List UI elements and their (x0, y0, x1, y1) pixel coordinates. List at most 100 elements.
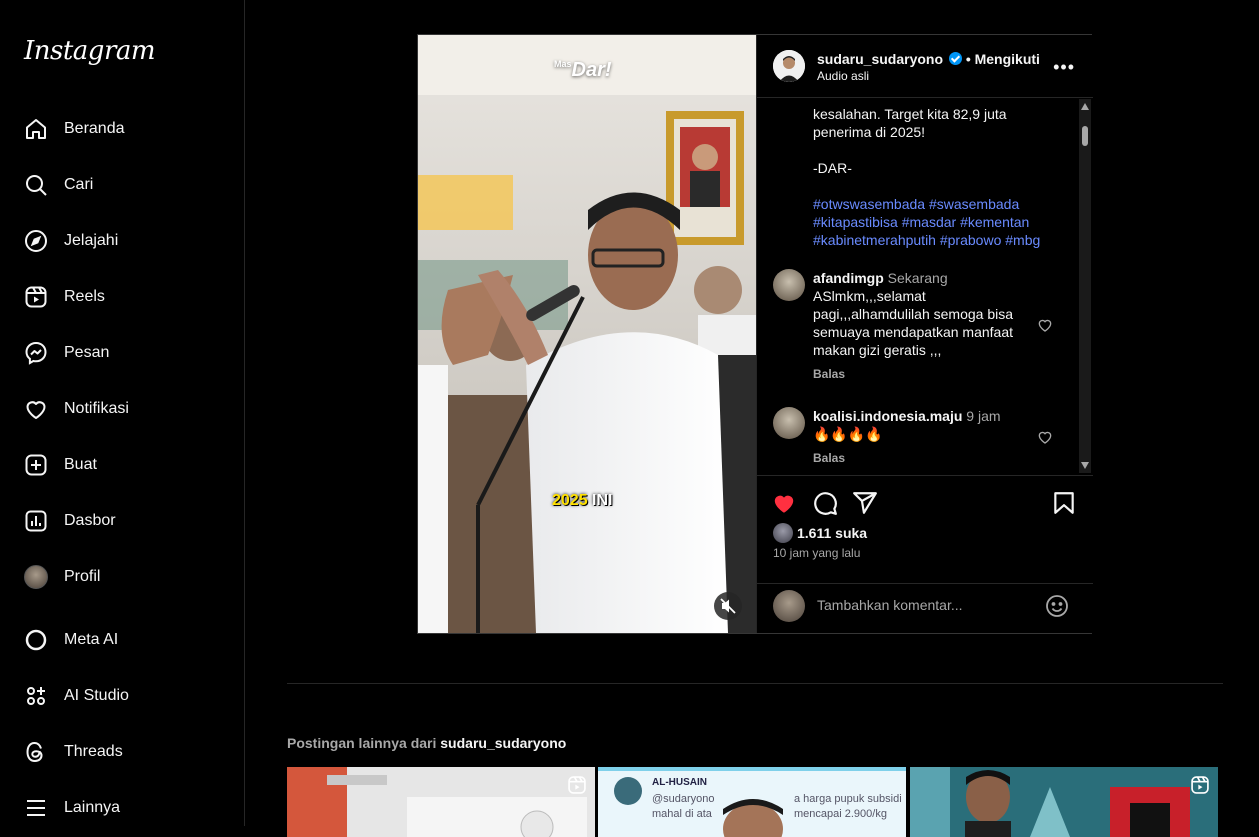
add-comment-bar (757, 583, 1093, 633)
caption-line (813, 141, 1053, 159)
comments-scroll-area[interactable]: kesalahan. Target kita 82,9 juta penerim… (757, 99, 1093, 473)
reel-icon (568, 776, 586, 794)
comment-username[interactable]: koalisi.indonesia.maju (813, 408, 962, 424)
scrollbar[interactable] (1079, 99, 1091, 473)
audio-link[interactable]: Audio asli (817, 69, 869, 83)
sidebar-item-lainnya[interactable]: Lainnya (12, 784, 232, 832)
post-header: sudaru_sudaryono • Mengikuti Audio asli … (757, 35, 1093, 98)
reel-icon (1191, 776, 1209, 794)
thumb-account: AL-HUSAIN (652, 777, 707, 788)
muted-speaker-icon (720, 598, 736, 614)
scroll-down-arrow-icon[interactable] (1081, 462, 1089, 469)
plus-square-icon (25, 454, 47, 476)
sidebar-item-beranda[interactable]: Beranda (12, 105, 232, 153)
sidebar-item-notifikasi[interactable]: Notifikasi (12, 385, 232, 433)
dashboard-icon (25, 510, 47, 532)
sidebar-item-cari[interactable]: Cari (12, 161, 232, 209)
comment-body: afandimgp Sekarang ASlmkm,,,selamat pagi… (813, 269, 1033, 359)
post-actions (757, 475, 1093, 515)
caption-hashtags[interactable]: #otwswasembada #swasembada #kitapastibis… (813, 195, 1053, 249)
sidebar-item-reels[interactable]: Reels (12, 273, 232, 321)
comment-text: ASlmkm,,,selamat pagi,,,alhamdulilah sem… (813, 288, 1014, 358)
current-user-avatar (773, 590, 805, 622)
thumb-line: a harga pupuk subsidi (794, 793, 902, 805)
more-posts-prefix: Postingan lainnya dari (287, 735, 437, 751)
follow-status-button[interactable]: Mengikuti (975, 51, 1040, 67)
comment-input[interactable] (817, 594, 1027, 616)
mute-button[interactable] (714, 592, 742, 620)
sidebar-item-label: AI Studio (64, 687, 129, 704)
sidebar-item-pesan[interactable]: Pesan (12, 329, 232, 377)
share-icon[interactable] (852, 490, 878, 516)
watermark-text: Dar! (571, 59, 612, 81)
commenter-avatar[interactable] (773, 269, 805, 301)
scrollbar-thumb[interactable] (1082, 126, 1088, 146)
sidebar-item-profil[interactable]: Profil (12, 553, 232, 601)
comment-like-heart-icon[interactable] (1037, 429, 1053, 445)
sidebar-item-dasbor[interactable]: Dasbor (12, 497, 232, 545)
comment-like-heart-icon[interactable] (1037, 317, 1053, 333)
sidebar: Instagram Beranda Cari Jelajahi Reels Pe… (0, 0, 245, 826)
author-avatar[interactable] (773, 50, 805, 82)
sidebar-item-jelajahi[interactable]: Jelajahi (12, 217, 232, 265)
comment-body: koalisi.indonesia.maju 9 jam 🔥🔥🔥🔥 (813, 407, 1033, 443)
more-post-thumbnail[interactable]: AL-HUSAIN @sudaryono a harga pupuk subsi… (598, 767, 906, 837)
sidebar-item-label: Buat (64, 456, 97, 473)
comment-time: 9 jam (966, 408, 1001, 424)
likes-count[interactable]: 1.611 suka (773, 523, 867, 543)
reply-button[interactable]: Balas (813, 367, 845, 381)
author-username[interactable]: sudaru_sudaryono (817, 51, 943, 67)
post-modal: MasDar! 2025 INI sudaru_sudaryono • Meng… (417, 34, 1093, 634)
sidebar-item-meta-ai[interactable]: Meta AI (12, 616, 232, 664)
search-icon (26, 175, 47, 196)
more-post-thumbnail[interactable] (910, 767, 1218, 837)
comment-username[interactable]: afandimgp (813, 270, 884, 286)
more-post-thumbnail[interactable] (287, 767, 595, 837)
sidebar-item-label: Beranda (64, 120, 125, 137)
post-caption: kesalahan. Target kita 82,9 juta penerim… (813, 99, 1053, 249)
sidebar-item-label: Threads (64, 743, 123, 760)
more-posts-heading: Postingan lainnya dari sudaru_sudaryono (287, 735, 566, 751)
verified-badge-icon (948, 52, 962, 65)
compass-icon (25, 230, 47, 252)
video-frame (418, 35, 756, 633)
reels-icon (25, 286, 47, 308)
save-bookmark-icon[interactable] (1051, 490, 1077, 516)
sidebar-item-ai-studio[interactable]: AI Studio (12, 672, 232, 720)
meta-ai-icon (25, 629, 47, 651)
caption-line: penerima di 2025! (813, 124, 926, 140)
separator-dot: • (965, 51, 971, 67)
post-details-panel: sudaru_sudaryono • Mengikuti Audio asli … (756, 35, 1093, 633)
like-heart-icon[interactable] (771, 490, 797, 516)
scroll-up-arrow-icon[interactable] (1081, 103, 1089, 110)
section-divider (287, 683, 1223, 684)
author-photo (773, 50, 805, 82)
emoji-icon[interactable] (1045, 594, 1069, 618)
sidebar-item-buat[interactable]: Buat (12, 441, 232, 489)
ai-studio-icon (27, 687, 45, 705)
sidebar-item-label: Profil (64, 568, 101, 585)
post-timestamp: 10 jam yang lalu (773, 546, 861, 560)
post-video[interactable]: MasDar! 2025 INI (418, 35, 756, 633)
heart-icon (26, 401, 46, 419)
sidebar-item-label: Reels (64, 288, 105, 305)
commenter-avatar[interactable] (773, 407, 805, 439)
more-options-icon[interactable]: ••• (1053, 57, 1075, 78)
subtitle-rest: INI (587, 492, 613, 509)
threads-icon (26, 741, 43, 763)
comment-icon[interactable] (812, 490, 838, 516)
home-icon (26, 119, 46, 139)
sidebar-item-label: Meta AI (64, 631, 119, 648)
sidebar-item-label: Lainnya (64, 799, 121, 816)
instagram-logo[interactable]: Instagram (24, 36, 156, 66)
sidebar-item-label: Jelajahi (64, 232, 119, 249)
avatar (24, 565, 48, 589)
thumbnail-image (287, 767, 595, 837)
sidebar-item-threads[interactable]: Threads (12, 728, 232, 776)
thumb-line: mahal di ata (652, 808, 712, 820)
likes-text: 1.611 suka (797, 525, 868, 541)
comment-text: 🔥🔥🔥🔥 (813, 426, 883, 442)
more-posts-username[interactable]: sudaru_sudaryono (440, 735, 566, 751)
sidebar-item-label: Notifikasi (64, 400, 129, 417)
reply-button[interactable]: Balas (813, 451, 845, 465)
